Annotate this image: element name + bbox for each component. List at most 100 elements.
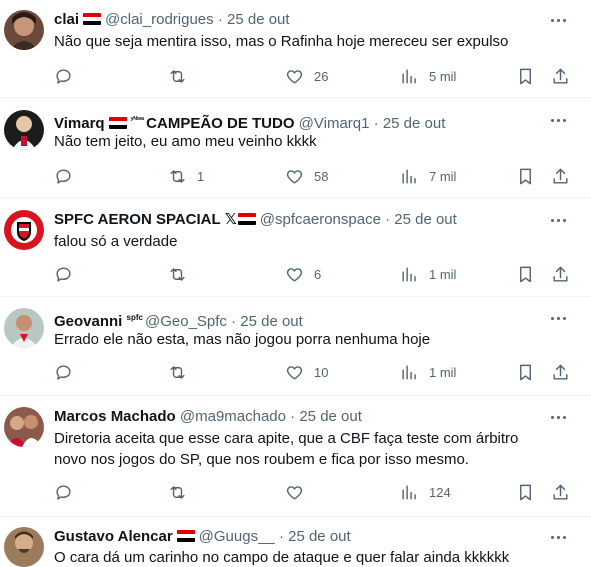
share-icon: [553, 364, 568, 380]
x-logo-icon: 𝕏: [224, 211, 237, 228]
display-name[interactable]: Vimarq: [54, 115, 105, 132]
tweet-text: Diretoria aceita que esse cara apite, qu…: [54, 430, 519, 468]
separator-dot: ·: [385, 211, 391, 228]
bookmark-button[interactable]: [516, 360, 535, 384]
heart-icon: [286, 267, 303, 282]
tweet[interactable]: clai @clai_rodrigues · 25 de out Não que …: [0, 10, 591, 96]
more-options-icon[interactable]: [545, 411, 573, 425]
tweet-header: SPFC AERON SPACIAL 𝕏 @spfcaeronspace · 25 …: [54, 210, 457, 230]
bar-chart-icon: [402, 364, 416, 380]
avatar[interactable]: [4, 110, 44, 150]
display-name[interactable]: Gustavo Alencar: [54, 528, 173, 545]
tweet-date[interactable]: 25 de out: [383, 115, 446, 132]
user-handle[interactable]: @ma9machado: [180, 408, 286, 425]
retweet-button[interactable]: 1: [168, 164, 204, 188]
user-handle[interactable]: @clai_rodrigues: [105, 11, 214, 28]
separator-dot: ·: [217, 11, 223, 28]
more-options-icon[interactable]: [545, 114, 573, 128]
tweet-date[interactable]: 25 de out: [299, 408, 362, 425]
tweet[interactable]: Marcos Machado @ma9machado · 25 de out D…: [0, 407, 591, 515]
bookmark-icon: [520, 68, 531, 84]
reply-button[interactable]: [54, 480, 83, 504]
retweet-button[interactable]: [168, 64, 197, 88]
views-button[interactable]: 1 mil: [400, 262, 456, 286]
reply-button[interactable]: [54, 64, 83, 88]
avatar[interactable]: [4, 10, 44, 50]
share-button[interactable]: [551, 164, 570, 188]
bookmark-button[interactable]: [516, 262, 535, 286]
tweet-header: Vimarq ʸᴺʷᵃ CAMPEÃO DE TUDO @Vimarq1 · 25 …: [54, 110, 446, 132]
tweet[interactable]: Geovanni spfc @Geo_Spfc · 25 de out Errad…: [0, 308, 591, 394]
divider: [0, 516, 591, 517]
reply-button[interactable]: [54, 164, 83, 188]
avatar[interactable]: [4, 308, 44, 348]
tweet-date[interactable]: 25 de out: [227, 11, 290, 28]
bookmark-icon: [520, 364, 531, 380]
like-button[interactable]: [285, 480, 314, 504]
views-button[interactable]: 1 mil: [400, 360, 456, 384]
bookmark-icon: [520, 484, 531, 500]
views-button[interactable]: 7 mil: [400, 164, 456, 188]
user-handle[interactable]: @Geo_Spfc: [145, 313, 227, 330]
tweet[interactable]: Gustavo Alencar @Guugs__ · 25 de out O ca…: [0, 527, 591, 567]
spfc-flag-icon: [176, 530, 195, 542]
share-button[interactable]: [551, 64, 570, 88]
retweet-button[interactable]: [168, 262, 197, 286]
divider: [0, 97, 591, 98]
bookmark-button[interactable]: [516, 480, 535, 504]
retweet-icon: [170, 267, 185, 281]
retweet-icon: [170, 365, 185, 379]
bookmark-icon: [520, 168, 531, 184]
tweet[interactable]: Vimarq ʸᴺʷᵃ CAMPEÃO DE TUDO @Vimarq1 · 25 …: [0, 110, 591, 196]
divider: [0, 296, 591, 297]
more-options-icon[interactable]: [545, 14, 573, 28]
tweet-text: O cara dá um carinho no campo de ataque …: [54, 549, 510, 565]
display-name[interactable]: clai: [54, 11, 79, 28]
display-name[interactable]: SPFC AERON SPACIAL: [54, 211, 221, 228]
more-options-icon[interactable]: [545, 312, 573, 326]
share-icon: [553, 266, 568, 282]
heart-icon: [286, 169, 303, 184]
user-handle[interactable]: @Guugs__: [199, 528, 275, 545]
reply-button[interactable]: [54, 360, 83, 384]
avatar[interactable]: [4, 407, 44, 447]
more-options-icon[interactable]: [545, 214, 573, 228]
user-badge: ʸᴺʷᵃ: [130, 115, 145, 124]
tweet-header: clai @clai_rodrigues · 25 de out: [54, 10, 290, 30]
tweet-header: Geovanni spfc @Geo_Spfc · 25 de out: [54, 308, 303, 330]
like-button[interactable]: 26: [285, 64, 328, 88]
retweet-button[interactable]: [168, 360, 197, 384]
display-name[interactable]: Geovanni: [54, 313, 122, 330]
share-button[interactable]: [551, 360, 570, 384]
more-options-icon[interactable]: [545, 531, 573, 545]
retweet-button[interactable]: [168, 480, 197, 504]
views-button[interactable]: 124: [400, 480, 451, 504]
spfc-flag-icon: [83, 13, 102, 25]
like-button[interactable]: 6: [285, 262, 321, 286]
like-button[interactable]: 10: [285, 360, 328, 384]
tweet-date[interactable]: 25 de out: [394, 211, 457, 228]
reply-button[interactable]: [54, 262, 83, 286]
like-button[interactable]: 58: [285, 164, 328, 188]
tweet-actions: 1 58 7 mil: [54, 164, 574, 188]
tweet[interactable]: SPFC AERON SPACIAL 𝕏 @spfcaeronspace · 25 …: [0, 210, 591, 296]
reply-icon: [56, 168, 71, 184]
bar-chart-icon: [402, 484, 416, 500]
share-button[interactable]: [551, 262, 570, 286]
views-button[interactable]: 5 mil: [400, 64, 456, 88]
bookmark-icon: [520, 266, 531, 282]
bar-chart-icon: [402, 266, 416, 282]
tweet-date[interactable]: 25 de out: [288, 528, 351, 545]
tweet-header: Gustavo Alencar @Guugs__ · 25 de out: [54, 527, 351, 547]
share-button[interactable]: [551, 480, 570, 504]
bookmark-button[interactable]: [516, 64, 535, 88]
tweet-date[interactable]: 25 de out: [240, 313, 303, 330]
heart-icon: [286, 365, 303, 380]
user-handle[interactable]: @Vimarq1: [299, 115, 370, 132]
display-name[interactable]: Marcos Machado: [54, 408, 176, 425]
bookmark-button[interactable]: [516, 164, 535, 188]
avatar[interactable]: [4, 210, 44, 250]
heart-icon: [286, 69, 303, 84]
user-handle[interactable]: @spfcaeronspace: [260, 211, 381, 228]
avatar[interactable]: [4, 527, 44, 567]
